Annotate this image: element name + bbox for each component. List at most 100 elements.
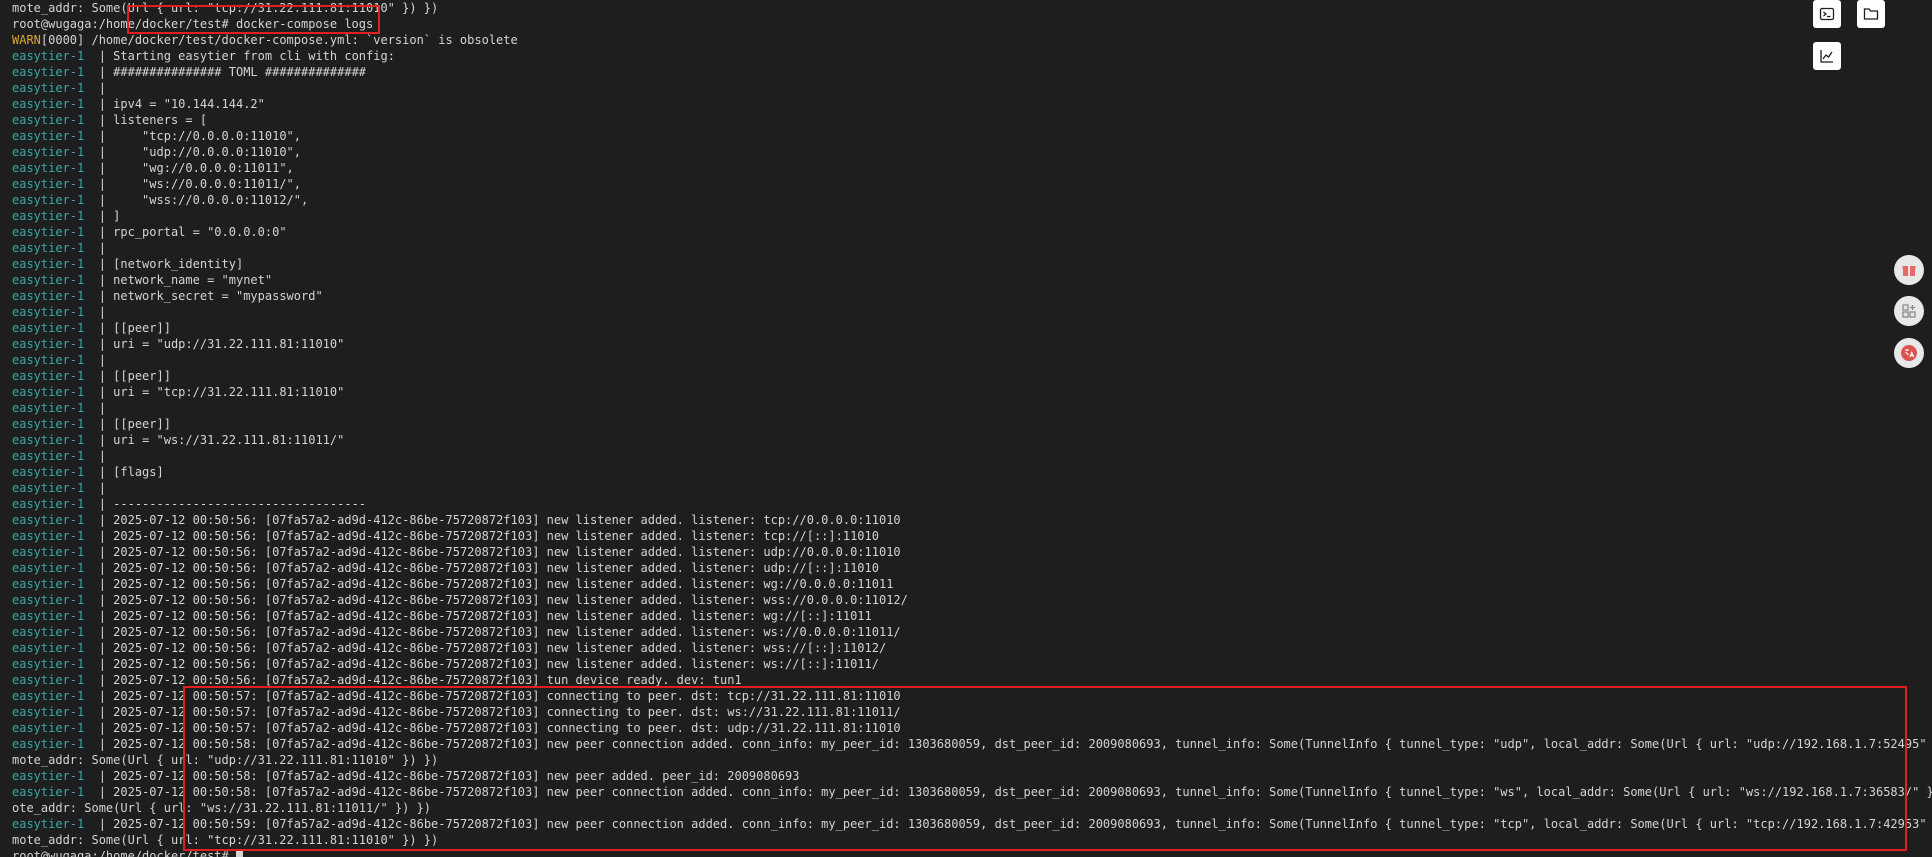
log-message: "tcp://0.0.0.0:11010",	[105, 129, 302, 143]
log-message: ############### TOML ##############	[105, 65, 367, 79]
log-separator: |	[98, 817, 106, 831]
log-line: easytier-1 | 2025-07-12 00:50:59: [07fa5…	[12, 816, 1932, 832]
log-line: easytier-1 | [[peer]]	[12, 416, 171, 432]
service-prefix: easytier-1	[12, 321, 85, 335]
log-line: easytier-1 | ]	[12, 208, 120, 224]
service-prefix: easytier-1	[12, 545, 85, 559]
service-prefix: easytier-1	[12, 305, 85, 319]
log-message	[106, 481, 113, 495]
log-separator: |	[98, 97, 106, 111]
log-message: listeners = [	[105, 113, 208, 127]
service-prefix: easytier-1	[12, 385, 85, 399]
log-message: 2025-07-12 00:50:56: [07fa57a2-ad9d-412c…	[105, 529, 879, 543]
line-text: mote_addr: Some(Url { url: "udp://31.22.…	[12, 753, 439, 767]
log-message: 2025-07-12 00:50:57: [07fa57a2-ad9d-412c…	[105, 689, 901, 703]
service-prefix: easytier-1	[12, 561, 85, 575]
terminal-line: mote_addr: Some(Url { url: "tcp://31.22.…	[12, 0, 438, 16]
service-prefix: easytier-1	[12, 689, 85, 703]
warn-message: [0000] /home/docker/test/docker-compose.…	[40, 33, 518, 47]
log-separator: |	[98, 113, 106, 127]
terminal-line: WARN[0000] /home/docker/test/docker-comp…	[12, 32, 518, 48]
log-separator: |	[98, 225, 106, 239]
log-message: [flags]	[105, 465, 164, 479]
service-prefix: easytier-1	[12, 513, 85, 527]
log-separator: |	[98, 577, 106, 591]
translate-button[interactable]	[1894, 338, 1924, 368]
log-line: easytier-1 | network_secret = "mypasswor…	[12, 288, 323, 304]
log-message: "wss://0.0.0.0:11012/",	[105, 193, 309, 207]
service-prefix: easytier-1	[12, 225, 85, 239]
log-message: ipv4 = "10.144.144.2"	[105, 97, 265, 111]
log-message	[106, 353, 113, 367]
terminal-output[interactable]: mote_addr: Some(Url { url: "tcp://31.22.…	[0, 0, 1932, 857]
log-message: [[peer]]	[105, 321, 171, 335]
log-line: easytier-1 | [[peer]]	[12, 368, 171, 384]
log-separator: |	[98, 673, 106, 687]
log-message: -----------------------------------	[105, 497, 367, 511]
log-line: easytier-1 |	[12, 448, 113, 464]
apps-icon	[1902, 304, 1916, 318]
log-line: easytier-1 | 2025-07-12 00:50:58: [07fa5…	[12, 736, 1932, 752]
service-prefix: easytier-1	[12, 289, 85, 303]
log-message: 2025-07-12 00:50:56: [07fa57a2-ad9d-412c…	[105, 513, 901, 527]
terminal-button[interactable]	[1813, 0, 1841, 28]
log-separator: |	[98, 337, 106, 351]
log-line: easytier-1 | [network_identity]	[12, 256, 243, 272]
service-prefix: easytier-1	[12, 273, 85, 287]
log-separator: |	[98, 433, 106, 447]
log-line: easytier-1 | uri = "ws://31.22.111.81:11…	[12, 432, 344, 448]
log-separator: |	[98, 401, 106, 415]
log-message: 2025-07-12 00:50:58: [07fa57a2-ad9d-412c…	[105, 737, 1932, 751]
monitor-chart-button[interactable]	[1813, 42, 1841, 70]
service-prefix: easytier-1	[12, 785, 85, 799]
log-line: easytier-1 | uri = "tcp://31.22.111.81:1…	[12, 384, 344, 400]
log-message: 2025-07-12 00:50:58: [07fa57a2-ad9d-412c…	[105, 769, 800, 783]
log-message: 2025-07-12 00:50:56: [07fa57a2-ad9d-412c…	[105, 673, 742, 687]
log-separator: |	[98, 625, 106, 639]
log-message: [[peer]]	[105, 417, 171, 431]
service-prefix: easytier-1	[12, 145, 85, 159]
folder-icon	[1863, 8, 1879, 20]
file-manager-button[interactable]	[1857, 0, 1885, 28]
line-text: mote_addr: Some(Url { url: "tcp://31.22.…	[12, 1, 439, 15]
service-prefix: easytier-1	[12, 241, 85, 255]
terminal-icon	[1819, 7, 1835, 21]
log-line: easytier-1 | 2025-07-12 00:50:57: [07fa5…	[12, 704, 901, 720]
log-separator: |	[98, 353, 106, 367]
log-separator: |	[98, 273, 106, 287]
service-prefix: easytier-1	[12, 97, 85, 111]
log-message	[106, 449, 113, 463]
service-prefix: easytier-1	[12, 353, 85, 367]
service-prefix: easytier-1	[12, 529, 85, 543]
log-message: uri = "tcp://31.22.111.81:11010"	[105, 385, 345, 399]
service-prefix: easytier-1	[12, 401, 85, 415]
log-line: easytier-1 | [flags]	[12, 464, 164, 480]
warn-label: WARN	[12, 33, 41, 47]
log-line: easytier-1 | 2025-07-12 00:50:56: [07fa5…	[12, 528, 879, 544]
service-prefix: easytier-1	[12, 625, 85, 639]
log-separator: |	[98, 321, 106, 335]
service-prefix: easytier-1	[12, 449, 85, 463]
log-message: 2025-07-12 00:50:56: [07fa57a2-ad9d-412c…	[105, 609, 872, 623]
service-prefix: easytier-1	[12, 209, 85, 223]
log-separator: |	[98, 257, 106, 271]
log-separator: |	[98, 657, 106, 671]
service-prefix: easytier-1	[12, 465, 85, 479]
terminal-line: root@wugaga:/home/docker/test# docker-co…	[12, 16, 373, 32]
log-line: easytier-1 |	[12, 80, 113, 96]
log-message	[106, 401, 113, 415]
service-prefix: easytier-1	[12, 113, 85, 127]
apps-button[interactable]	[1894, 296, 1924, 326]
log-line: easytier-1 | Starting easytier from cli …	[12, 48, 395, 64]
log-line: easytier-1 |	[12, 352, 113, 368]
log-message: "udp://0.0.0.0:11010",	[105, 145, 302, 159]
service-prefix: easytier-1	[12, 497, 85, 511]
log-message: uri = "udp://31.22.111.81:11010"	[105, 337, 345, 351]
log-line: easytier-1 | listeners = [	[12, 112, 207, 128]
log-message: 2025-07-12 00:50:58: [07fa57a2-ad9d-412c…	[105, 785, 1932, 799]
log-separator: |	[98, 385, 106, 399]
gift-button[interactable]	[1894, 255, 1924, 285]
log-line: easytier-1 | "wg://0.0.0.0:11011",	[12, 160, 294, 176]
log-message: 2025-07-12 00:50:59: [07fa57a2-ad9d-412c…	[105, 817, 1932, 831]
log-separator: |	[98, 209, 106, 223]
